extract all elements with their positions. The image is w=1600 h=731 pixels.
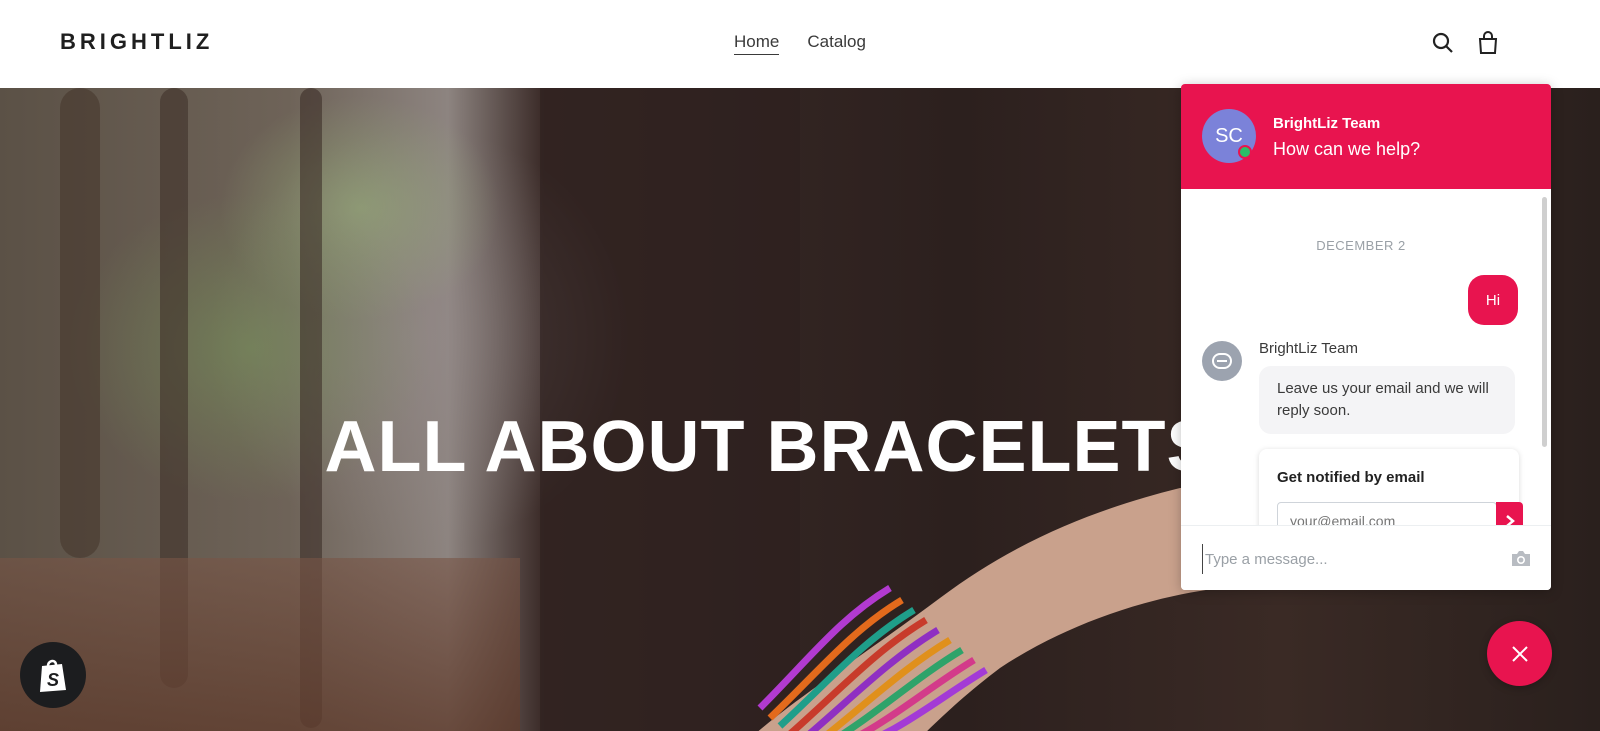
chat-composer — [1181, 525, 1551, 590]
chat-scrollbar[interactable] — [1542, 197, 1547, 447]
bot-message: Leave us your email and we will reply so… — [1259, 366, 1515, 434]
svg-text:S: S — [47, 670, 59, 690]
site-header: BRIGHTLIZ Home Catalog — [0, 0, 1600, 88]
online-status-indicator — [1238, 145, 1252, 159]
user-message: Hi — [1468, 275, 1518, 325]
notify-title: Get notified by email — [1277, 469, 1425, 486]
chat-team-name: BrightLiz Team — [1273, 115, 1381, 132]
message-input[interactable] — [1202, 544, 1502, 574]
chat-widget: SC BrightLiz Team How can we help? DECEM… — [1181, 84, 1551, 590]
bot-avatar — [1202, 341, 1242, 381]
chat-header: SC BrightLiz Team How can we help? — [1181, 84, 1551, 189]
notify-submit-button[interactable] — [1496, 502, 1523, 525]
email-notify-card: Get notified by email — [1259, 449, 1523, 525]
cart-icon[interactable] — [1475, 30, 1501, 56]
nav-catalog[interactable]: Catalog — [807, 32, 866, 55]
shopify-icon[interactable]: S — [20, 642, 86, 708]
close-icon — [1511, 645, 1528, 662]
date-separator: DECEMBER 2 — [1316, 238, 1406, 253]
camera-icon[interactable] — [1510, 548, 1532, 568]
nav-home[interactable]: Home — [734, 32, 780, 55]
forest-ground — [0, 558, 520, 731]
site-logo[interactable]: BRIGHTLIZ — [60, 29, 213, 55]
chat-messages[interactable]: DECEMBER 2 Hi BrightLiz Team Leave us yo… — [1181, 189, 1551, 525]
search-icon[interactable] — [1430, 30, 1456, 56]
chat-subtitle: How can we help? — [1273, 139, 1421, 159]
main-nav: Home Catalog — [734, 32, 866, 55]
chevron-right-icon — [1505, 515, 1515, 525]
chat-close-button[interactable] — [1487, 621, 1552, 686]
notify-email-input[interactable] — [1277, 502, 1497, 525]
bot-sender-name: BrightLiz Team — [1259, 340, 1358, 357]
